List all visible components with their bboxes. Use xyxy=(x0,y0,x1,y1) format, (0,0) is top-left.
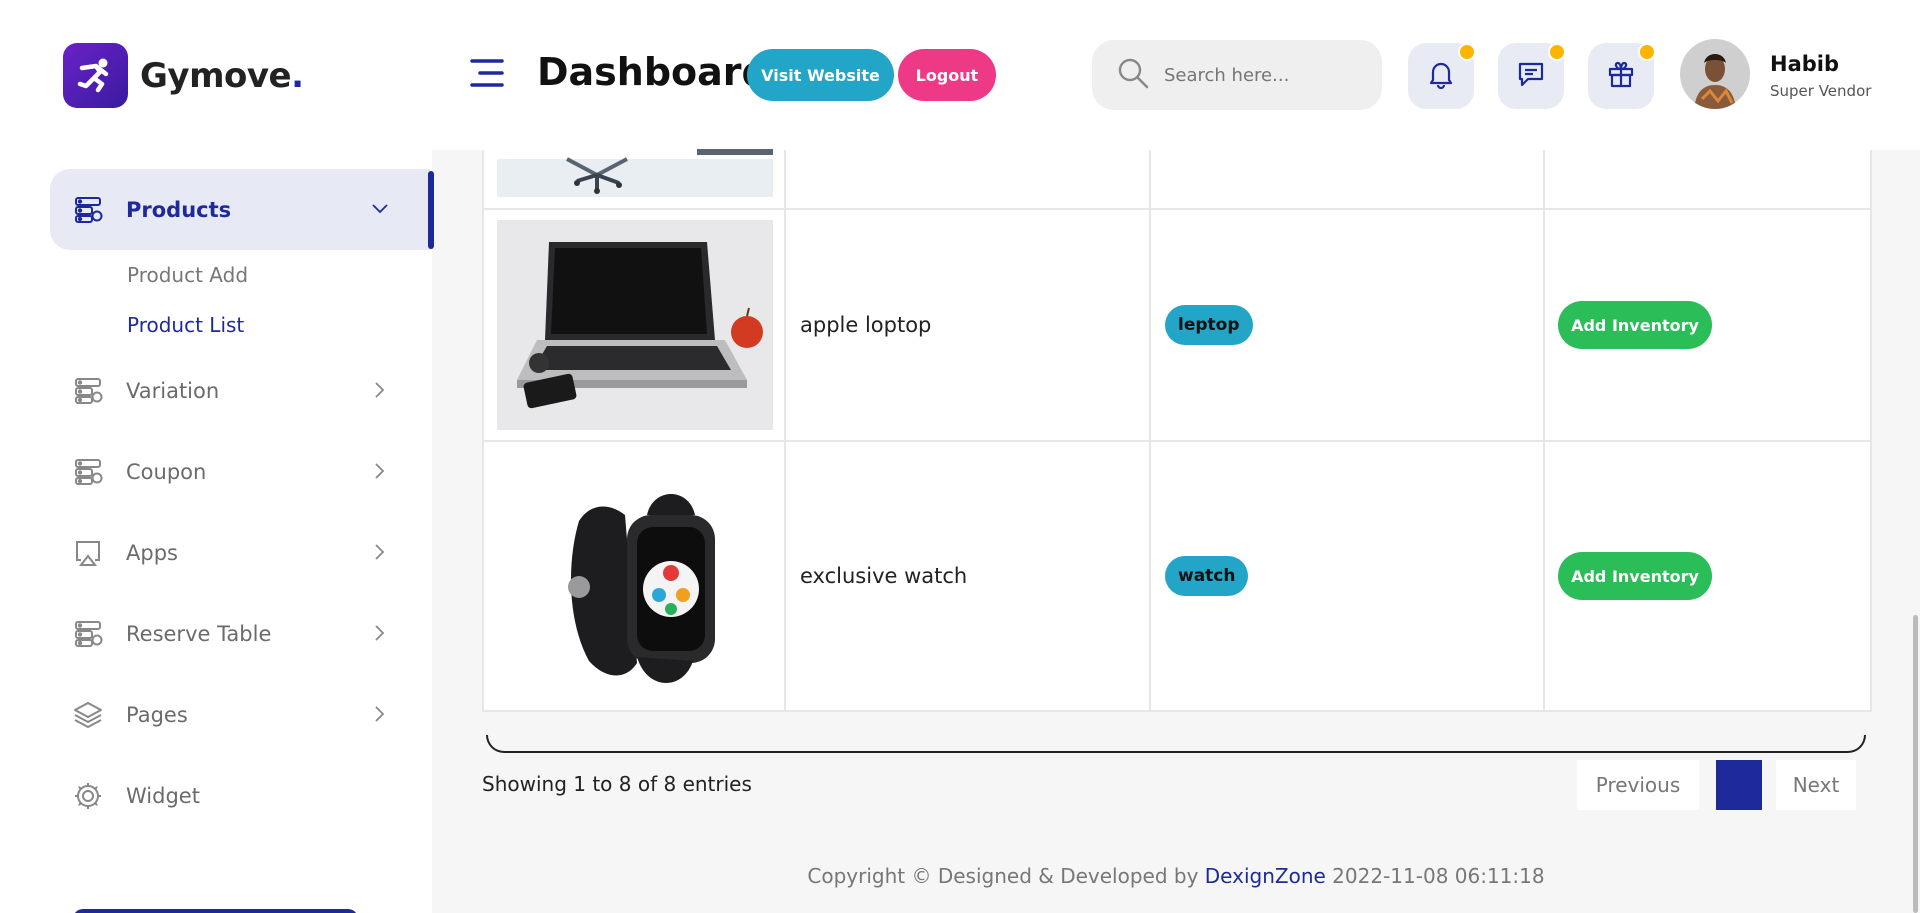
brand-name: Gymove. xyxy=(140,56,304,96)
chevron-right-icon xyxy=(370,704,390,724)
table-cell-action: Add Inventory xyxy=(1543,442,1872,710)
table-row: exclusive watch watch Add Inventory xyxy=(482,442,1872,712)
messages-button[interactable] xyxy=(1498,43,1566,109)
product-name: apple loptop xyxy=(800,313,932,337)
pagination-next-button[interactable]: Next xyxy=(1776,760,1856,810)
category-badge: watch xyxy=(1165,556,1249,596)
user-role: Super Vendor xyxy=(1770,82,1872,100)
table-cell-name xyxy=(784,150,1149,208)
search-icon xyxy=(1116,56,1150,94)
table-row xyxy=(482,149,1872,210)
search-input[interactable] xyxy=(1164,64,1364,86)
visit-website-button[interactable]: Visit Website xyxy=(747,49,894,101)
database-icon xyxy=(72,194,104,226)
user-name: Habib xyxy=(1770,52,1840,76)
products-table: apple loptop leptop Add Inventory exclus… xyxy=(482,149,1872,750)
sidebar-item-widget[interactable]: Widget xyxy=(50,755,432,836)
table-cell-name: exclusive watch xyxy=(784,442,1149,710)
product-image-watch xyxy=(497,451,773,701)
sidebar-item-coupon[interactable]: Coupon xyxy=(50,431,432,512)
table-bottom-border xyxy=(486,735,1866,753)
sidebar: Gymove. Products Product Add Product Lis… xyxy=(0,0,434,913)
avatar[interactable] xyxy=(1680,39,1750,109)
table-cell-tag: leptop xyxy=(1149,210,1543,440)
sidebar-item-products[interactable]: Products xyxy=(50,169,434,250)
page-scrollbar[interactable] xyxy=(1913,615,1918,913)
sidebar-item-label: Variation xyxy=(126,378,220,403)
layers-icon xyxy=(72,699,104,731)
sidebar-item-label: Products xyxy=(126,197,232,222)
table-cell-image xyxy=(482,442,784,710)
chevron-right-icon xyxy=(370,542,390,562)
bell-icon xyxy=(1426,59,1456,93)
sidebar-item-label: Pages xyxy=(126,702,188,727)
pagination-page-button[interactable]: 1 xyxy=(1716,760,1762,810)
database-icon xyxy=(72,375,104,407)
table-cell-action: Add Inventory xyxy=(1543,210,1872,440)
chevron-right-icon xyxy=(370,461,390,481)
product-image-chair xyxy=(497,149,773,197)
product-image-laptop xyxy=(497,220,773,430)
hamburger-menu-icon[interactable] xyxy=(470,58,504,88)
add-inventory-button[interactable]: Add Inventory xyxy=(1558,301,1712,349)
table-cell-name: apple loptop xyxy=(784,210,1149,440)
footer-date: 2022-11-08 06:11:18 xyxy=(1325,864,1545,888)
page-title: Dashboard xyxy=(537,50,769,94)
sidebar-item-apps[interactable]: Apps xyxy=(50,512,432,593)
table-cell-tag: watch xyxy=(1149,442,1543,710)
notification-dot xyxy=(1548,43,1566,61)
airplay-icon xyxy=(72,537,104,569)
table-row: apple loptop leptop Add Inventory xyxy=(482,210,1872,442)
entries-info: Showing 1 to 8 of 8 entries xyxy=(482,772,752,796)
product-name: exclusive watch xyxy=(800,564,968,588)
notifications-button[interactable] xyxy=(1408,43,1476,109)
category-badge: leptop xyxy=(1165,305,1253,345)
table-cell-image xyxy=(482,149,784,208)
header: Dashboard Visit Website Logout Search he… xyxy=(432,0,1920,150)
chevron-right-icon xyxy=(370,623,390,643)
add-inventory-button[interactable]: Add Inventory xyxy=(1558,552,1712,600)
brand-name-text: Gymove xyxy=(140,55,292,96)
footer-text: Copyright © Designed & Developed by xyxy=(807,864,1205,888)
pagination-previous-button[interactable]: Previous xyxy=(1577,760,1699,810)
gear-icon xyxy=(72,780,104,812)
search-box xyxy=(1092,40,1382,110)
sidebar-item-label: Widget xyxy=(126,783,200,808)
sidebar-item-variation[interactable]: Variation xyxy=(50,350,432,431)
sidebar-item-label: Reserve Table xyxy=(126,621,272,646)
table-cell-image xyxy=(482,210,784,440)
sidebar-bottom-button[interactable] xyxy=(73,909,358,913)
logout-button[interactable]: Logout xyxy=(898,49,996,101)
gifts-button[interactable] xyxy=(1588,43,1656,109)
table-cell-tag xyxy=(1149,150,1543,208)
database-icon xyxy=(72,618,104,650)
active-indicator xyxy=(428,171,434,249)
notification-dot xyxy=(1458,43,1476,61)
database-icon xyxy=(72,456,104,488)
sidebar-item-label: Apps xyxy=(126,540,178,565)
brand-logo-icon xyxy=(63,43,128,108)
notification-dot xyxy=(1638,43,1656,61)
products-submenu: Product Add Product List xyxy=(50,250,432,350)
sidebar-item-reserve-table[interactable]: Reserve Table xyxy=(50,593,432,674)
chevron-right-icon xyxy=(370,380,390,400)
chat-icon xyxy=(1516,59,1546,93)
sidebar-menu: Products Product Add Product List Variat… xyxy=(50,169,434,836)
submenu-item-product-list[interactable]: Product List xyxy=(127,300,432,350)
sidebar-item-label: Coupon xyxy=(126,459,207,484)
sidebar-item-pages[interactable]: Pages xyxy=(50,674,432,755)
footer-link[interactable]: DexignZone xyxy=(1205,864,1326,888)
brand[interactable]: Gymove. xyxy=(63,43,304,108)
chevron-down-icon xyxy=(370,199,390,219)
gift-icon xyxy=(1606,59,1636,93)
brand-name-dot: . xyxy=(291,55,304,96)
table-cell-action xyxy=(1543,150,1872,208)
footer: Copyright © Designed & Developed by Dexi… xyxy=(432,864,1920,888)
submenu-item-product-add[interactable]: Product Add xyxy=(127,250,432,300)
